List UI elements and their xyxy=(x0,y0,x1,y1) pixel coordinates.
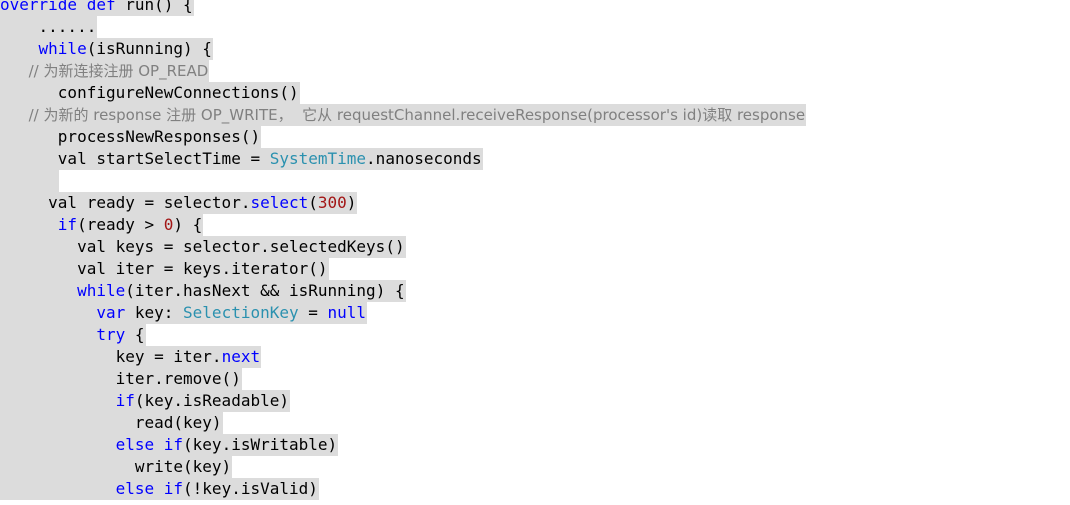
code-token: processNewResponses() xyxy=(0,127,261,146)
code-token: next xyxy=(221,347,261,366)
code-token: if xyxy=(57,215,78,234)
code-line: key = iter.next xyxy=(0,346,262,368)
code-token: select xyxy=(250,193,309,212)
code-line: if(key.isReadable) xyxy=(0,390,290,412)
code-token: else if xyxy=(115,479,184,498)
code-token: (iter.hasNext && isRunning) { xyxy=(125,281,405,300)
code-token: null xyxy=(327,303,367,322)
code-token: key = iter. xyxy=(0,347,222,366)
code-token: var xyxy=(96,303,126,322)
code-token: run() { xyxy=(115,0,193,14)
code-token: if xyxy=(115,391,135,410)
code-line: // 为新的 response 注册 OP_WRITE， 它从 requestC… xyxy=(0,104,807,126)
code-token: key: xyxy=(125,303,184,322)
code-token: SelectionKey xyxy=(183,303,299,322)
code-token: // 为新连接注册 OP_READ xyxy=(0,62,209,80)
code-token: .nanoseconds xyxy=(366,149,482,168)
code-line: read(key) xyxy=(0,412,223,434)
code-token: = xyxy=(298,303,328,322)
code-token: val iter = keys.iterator() xyxy=(0,259,328,278)
code-line: processNewResponses() xyxy=(0,126,262,148)
code-line: try { xyxy=(0,324,146,346)
code-line: ...... xyxy=(0,16,98,38)
code-token: write(key) xyxy=(0,457,232,476)
code-token: ( xyxy=(308,193,318,212)
code-token: override def xyxy=(0,0,116,14)
code-token: (key.isWritable) xyxy=(183,435,338,454)
code-token: (ready > xyxy=(77,215,164,234)
code-line: var key: SelectionKey = null xyxy=(0,302,368,324)
code-token: 300 xyxy=(317,193,347,212)
code-line: // 为新连接注册 OP_READ xyxy=(0,60,210,82)
code-line: val ready = selector.select(300) xyxy=(0,192,358,214)
code-line: while(iter.hasNext && isRunning) { xyxy=(0,280,406,302)
code-token: val ready = selector. xyxy=(0,193,251,212)
code-line: val startSelectTime = SystemTime.nanosec… xyxy=(0,148,483,170)
code-line: else if(key.isWritable) xyxy=(0,434,339,456)
code-token: ) { xyxy=(173,215,203,234)
code-token: read(key) xyxy=(0,413,222,432)
code-line: write(key) xyxy=(0,456,233,478)
code-token: ) xyxy=(346,193,357,212)
code-line: if(ready > 0) { xyxy=(0,214,204,236)
code-token: iter.remove() xyxy=(0,369,241,388)
code-token: while xyxy=(38,39,87,58)
code-line xyxy=(0,170,59,192)
code-token: configureNewConnections() xyxy=(0,83,299,102)
code-line: val iter = keys.iterator() xyxy=(0,258,329,280)
code-token: (key.isReadable) xyxy=(134,391,289,410)
code-token: ...... xyxy=(0,17,97,36)
code-token: { xyxy=(125,325,145,344)
code-line: override def run() { xyxy=(0,0,194,16)
code-token: (isRunning) { xyxy=(86,39,212,58)
code-line: val keys = selector.selectedKeys() xyxy=(0,236,406,258)
code-token: val startSelectTime = xyxy=(0,149,270,168)
code-line: iter.remove() xyxy=(0,368,242,390)
code-token: else if xyxy=(115,435,184,454)
code-line: configureNewConnections() xyxy=(0,82,300,104)
code-token: while xyxy=(77,281,126,300)
code-line: while(isRunning) { xyxy=(0,38,213,60)
code-line: else if(!key.isValid) xyxy=(0,478,319,500)
code-token: // 为新的 response 注册 OP_WRITE， 它从 requestC… xyxy=(0,106,806,124)
code-token: val keys = selector.selectedKeys() xyxy=(0,237,405,256)
code-token: try xyxy=(96,325,126,344)
code-token: (!key.isValid) xyxy=(183,479,318,498)
code-token: 0 xyxy=(163,215,174,234)
code-token: SystemTime xyxy=(269,149,367,168)
